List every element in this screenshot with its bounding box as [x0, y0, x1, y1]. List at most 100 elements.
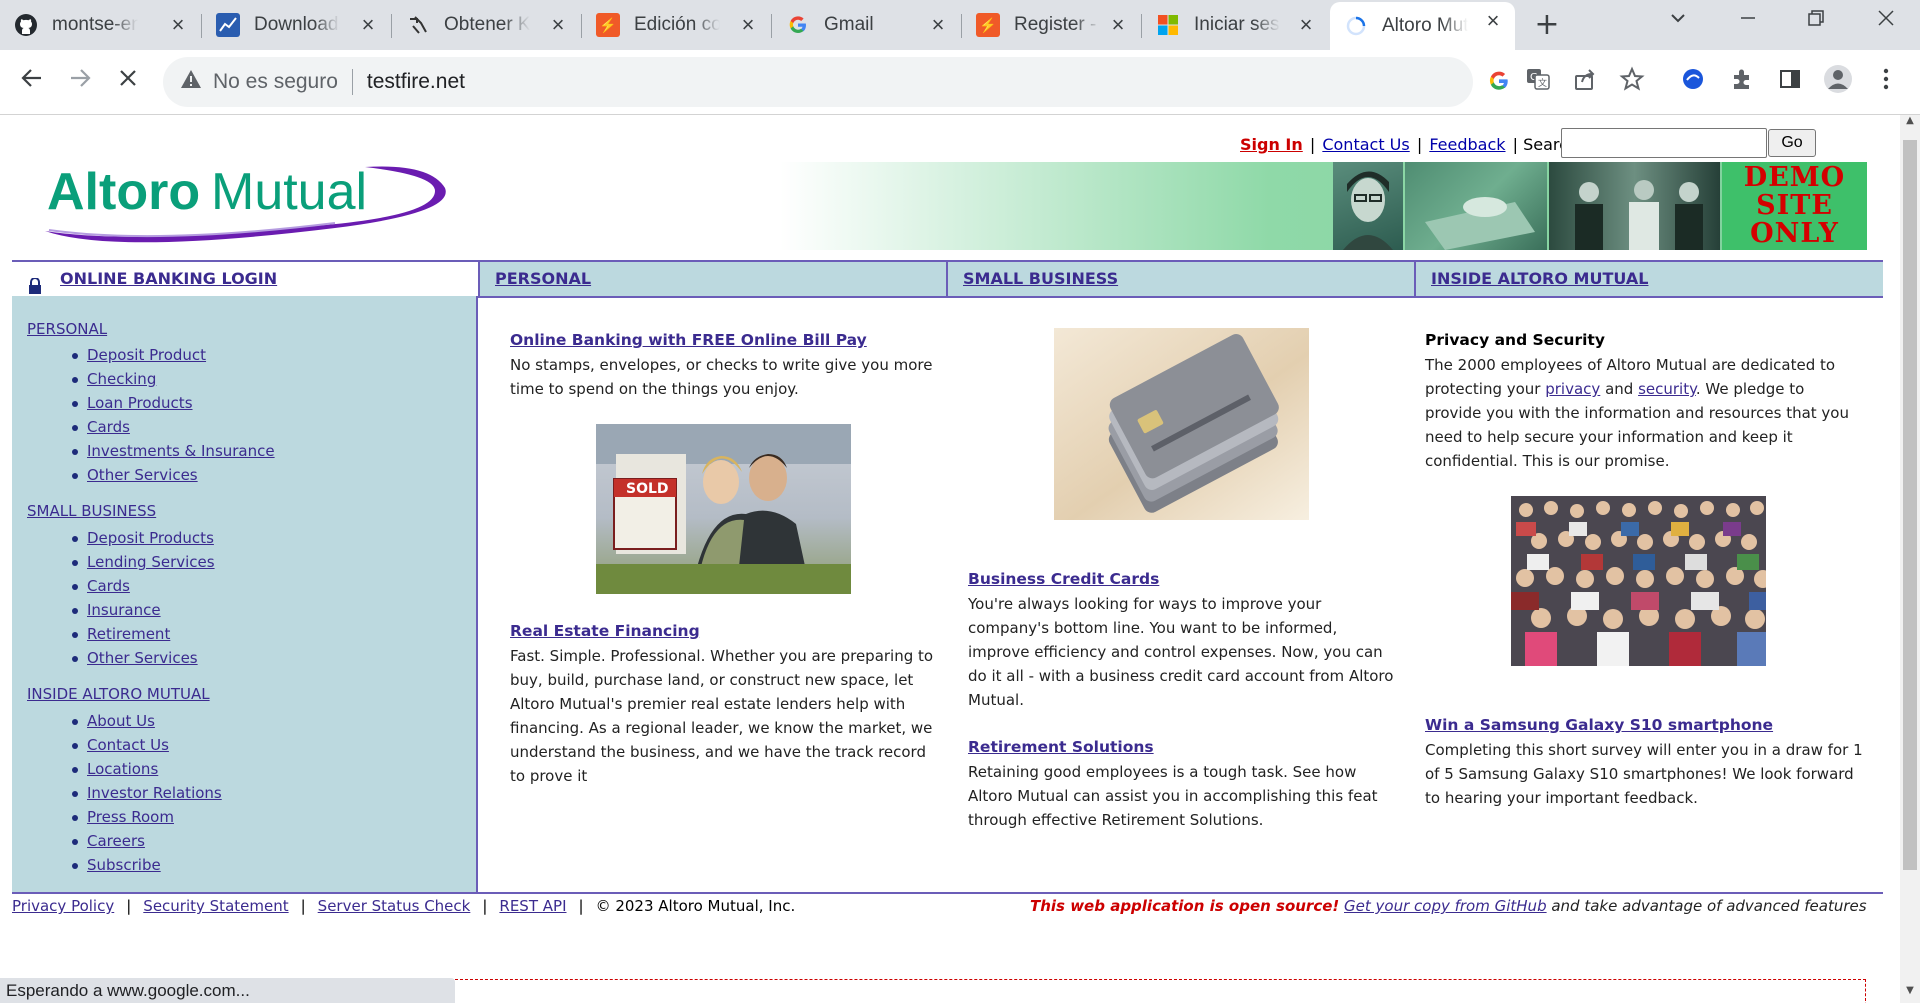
privacy-policy-link[interactable]: Privacy Policy: [12, 897, 114, 915]
crowd-photo[interactable]: [1511, 496, 1766, 666]
close-tab-icon[interactable]: ×: [926, 13, 950, 37]
close-tab-icon[interactable]: ×: [166, 13, 190, 37]
nav-small-business[interactable]: SMALL BUSINESS: [948, 262, 1414, 296]
loading-spinner-icon: [1344, 14, 1368, 38]
scrollbar-thumb[interactable]: [1903, 140, 1917, 870]
profile-avatar-icon[interactable]: [1823, 64, 1853, 94]
sidebar-item-about-us[interactable]: About Us: [72, 712, 155, 730]
couple-sold-house-photo[interactable]: SOLD: [596, 424, 851, 594]
sidebar-item-investor-relations[interactable]: Investor Relations: [72, 784, 222, 802]
translate-icon[interactable]: G文: [1523, 66, 1553, 96]
main-nav: ONLINE BANKING LOGIN PERSONAL SMALL BUSI…: [12, 260, 1883, 298]
close-window-icon[interactable]: [1866, 4, 1906, 40]
close-tab-icon[interactable]: ×: [1481, 9, 1505, 33]
sign-in-link[interactable]: Sign In: [1240, 135, 1303, 154]
extension-blue-icon[interactable]: [1678, 66, 1708, 96]
close-tab-icon[interactable]: ×: [1106, 13, 1130, 37]
url-text[interactable]: testfire.net: [367, 70, 465, 94]
restore-icon[interactable]: [1796, 4, 1836, 40]
tab-downloads[interactable]: Downloads ×: [202, 6, 390, 44]
tab-search-icon[interactable]: [1658, 4, 1698, 40]
win-samsung-title-link[interactable]: Win a Samsung Galaxy S10 smartphone: [1425, 716, 1773, 734]
sidebar: PERSONAL Deposit Product Checking Loan P…: [12, 296, 478, 893]
tab-gmail[interactable]: Gmail ×: [772, 6, 960, 44]
tab-altoro-mutual[interactable]: Altoro Mutu ×: [1330, 2, 1515, 50]
minimize-icon[interactable]: [1728, 4, 1768, 40]
close-tab-icon[interactable]: ×: [356, 13, 380, 37]
sidebar-item-lending-services[interactable]: Lending Services: [72, 553, 215, 571]
sidebar-heading-inside-altoro[interactable]: INSIDE ALTORO MUTUAL: [27, 685, 210, 703]
privacy-security-text: The 2000 employees of Altoro Mutual are …: [1425, 356, 1849, 470]
search-input[interactable]: [1561, 128, 1767, 158]
sidebar-item-cards[interactable]: Cards: [72, 577, 130, 595]
tab-obtener[interactable]: Obtener Ka ×: [392, 6, 580, 44]
browser-tab-bar: montse-enr × Downloads × Obtener Ka × ⚡ …: [0, 0, 1920, 50]
contact-us-link[interactable]: Contact Us: [1322, 135, 1409, 154]
feedback-link[interactable]: Feedback: [1429, 135, 1505, 154]
retirement-solutions-title-link[interactable]: Retirement Solutions: [968, 738, 1154, 756]
page-scrollbar[interactable]: ▲ ▼: [1900, 115, 1920, 1003]
sidebar-item-insurance[interactable]: Insurance: [72, 601, 161, 619]
warning-triangle-icon[interactable]: [177, 69, 205, 95]
sidebar-item-contact-us[interactable]: Contact Us: [72, 736, 169, 754]
bookmark-star-icon[interactable]: [1617, 66, 1647, 96]
win-samsung-text: Completing this short survey will enter …: [1425, 741, 1863, 807]
business-credit-cards-title-link[interactable]: Business Credit Cards: [968, 570, 1159, 588]
scroll-down-icon[interactable]: ▼: [1900, 985, 1920, 1003]
altoro-mutual-logo[interactable]: Altoro Mutual: [35, 153, 455, 253]
server-status-link[interactable]: Server Status Check: [318, 897, 471, 915]
web-page: Sign In | Contact Us | Feedback | Search…: [0, 115, 1900, 1003]
sidebar-item-press-room[interactable]: Press Room: [72, 808, 174, 826]
nav-personal[interactable]: PERSONAL: [480, 262, 946, 296]
sidebar-heading-personal[interactable]: PERSONAL: [27, 320, 107, 338]
sidebar-item-cards[interactable]: Cards: [72, 418, 130, 436]
privacy-link[interactable]: privacy: [1545, 380, 1600, 398]
security-link[interactable]: security: [1638, 380, 1696, 398]
close-tab-icon[interactable]: ×: [736, 13, 760, 37]
extensions-puzzle-icon[interactable]: [1727, 66, 1757, 96]
credit-cards-photo[interactable]: [1054, 328, 1309, 520]
tab-label: Register - P: [1014, 14, 1100, 35]
side-panel-icon[interactable]: [1775, 66, 1805, 96]
sidebar-heading-small-business[interactable]: SMALL BUSINESS: [27, 502, 156, 520]
sold-sign-text: SOLD: [626, 481, 669, 497]
scroll-up-icon[interactable]: ▲: [1900, 115, 1920, 133]
tab-label: Iniciar sesió: [1194, 14, 1280, 35]
nav-online-banking-login[interactable]: ONLINE BANKING LOGIN: [12, 262, 478, 296]
tab-github[interactable]: montse-enr ×: [0, 6, 200, 44]
stop-loading-icon[interactable]: [110, 64, 146, 100]
menu-kebab-icon[interactable]: [1871, 66, 1901, 96]
sidebar-item-subscribe[interactable]: Subscribe: [72, 856, 161, 874]
forward-icon[interactable]: [62, 64, 98, 100]
real-estate-financing-title-link[interactable]: Real Estate Financing: [510, 622, 700, 640]
tab-edicion[interactable]: ⚡ Edición con ×: [582, 6, 770, 44]
share-icon[interactable]: [1570, 66, 1600, 96]
sidebar-item-loan-products[interactable]: Loan Products: [72, 394, 193, 412]
new-tab-icon[interactable]: +: [1530, 8, 1564, 42]
close-tab-icon[interactable]: ×: [546, 13, 570, 37]
sidebar-item-deposit-product[interactable]: Deposit Product: [72, 346, 206, 364]
go-button[interactable]: Go: [1768, 129, 1816, 157]
sidebar-item-locations[interactable]: Locations: [72, 760, 158, 778]
sidebar-item-other-services[interactable]: Other Services: [72, 649, 198, 667]
nav-inside-altoro-mutual[interactable]: INSIDE ALTORO MUTUAL: [1416, 262, 1882, 296]
back-icon[interactable]: [14, 64, 50, 100]
tab-register[interactable]: ⚡ Register - P ×: [962, 6, 1140, 44]
privacy-security-heading: Privacy and Security: [1425, 331, 1605, 349]
sidebar-item-investments-insurance[interactable]: Investments & Insurance: [72, 442, 275, 460]
google-icon: [786, 13, 810, 37]
sidebar-item-retirement[interactable]: Retirement: [72, 625, 170, 643]
github-link[interactable]: Get your copy from GitHub: [1344, 897, 1547, 915]
tab-iniciar-sesion[interactable]: Iniciar sesió ×: [1142, 6, 1328, 44]
rest-api-link[interactable]: REST API: [499, 897, 566, 915]
google-lens-icon[interactable]: [1485, 69, 1513, 97]
sidebar-item-deposit-products[interactable]: Deposit Products: [72, 529, 214, 547]
sidebar-item-careers[interactable]: Careers: [72, 832, 145, 850]
laptop-typing-photo: [1405, 162, 1547, 250]
close-tab-icon[interactable]: ×: [1294, 13, 1318, 37]
security-statement-link[interactable]: Security Statement: [143, 897, 288, 915]
online-banking-title-link[interactable]: Online Banking with FREE Online Bill Pay: [510, 331, 867, 349]
address-bar[interactable]: No es seguro testfire.net: [163, 57, 1508, 107]
sidebar-item-checking[interactable]: Checking: [72, 370, 156, 388]
sidebar-item-other-services[interactable]: Other Services: [72, 466, 198, 484]
